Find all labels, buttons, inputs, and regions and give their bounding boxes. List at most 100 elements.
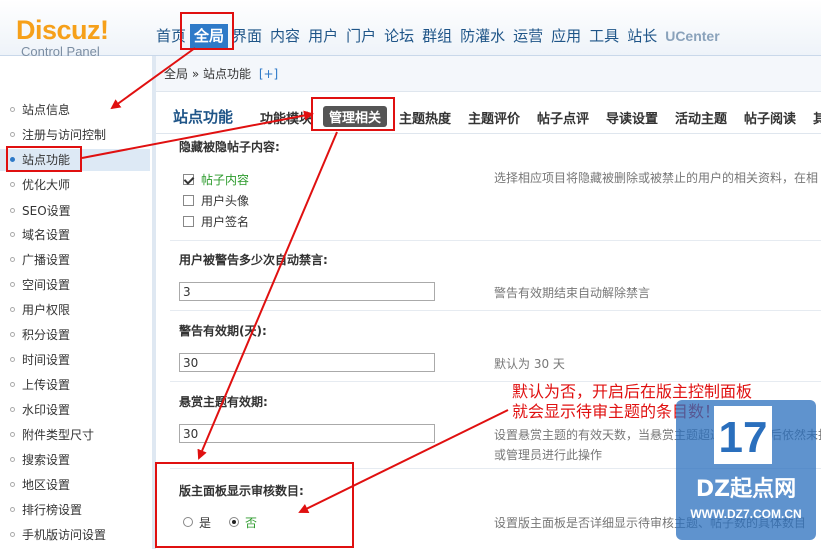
sidebar-item-label: 域名设置 — [22, 228, 71, 242]
checkbox[interactable] — [183, 215, 194, 227]
logo-subtitle: Control Panel — [21, 44, 100, 59]
row-divider — [170, 240, 821, 241]
bullet-icon — [10, 257, 15, 262]
nav-antispam[interactable]: 防灌水 — [456, 24, 509, 48]
breadcrumb: 全局 » 站点功能 [+] — [156, 56, 821, 92]
sidebar-item-watermark[interactable]: 水印设置 — [0, 399, 150, 421]
bullet-icon — [10, 407, 15, 412]
checkbox-label: 用户签名 — [201, 214, 250, 229]
nav-ucenter[interactable]: UCenter — [661, 24, 723, 48]
bullet-icon — [10, 307, 15, 312]
row-divider — [170, 310, 821, 311]
bullet-icon — [10, 208, 15, 213]
highlight-box-site-features — [6, 146, 82, 172]
sidebar-item-attachments[interactable]: 附件类型尺寸 — [0, 424, 150, 446]
annotation-line-1: 默认为否，开启后在版主控制面板 — [512, 382, 753, 401]
tab-guide-settings[interactable]: 导读设置 — [606, 108, 658, 127]
checkbox-row-post-content[interactable]: 帖子内容 — [183, 169, 249, 189]
checkbox-label: 用户头像 — [201, 193, 250, 208]
reward-expire-hint-2: 或管理员进行此操作 — [494, 448, 603, 462]
sidebar-item-region[interactable]: 地区设置 — [0, 474, 150, 496]
warn-count-input[interactable] — [179, 282, 435, 301]
highlight-box-global — [180, 12, 234, 50]
sidebar-item-label: 注册与访问控制 — [22, 128, 107, 142]
tab-post-comments[interactable]: 帖子点评 — [537, 108, 589, 127]
tab-thread-heat[interactable]: 主题热度 — [399, 108, 451, 127]
bullet-icon — [10, 357, 15, 362]
hide-posts-label: 隐藏被隐帖子内容: — [179, 140, 280, 154]
nav-tools[interactable]: 工具 — [585, 24, 623, 48]
bullet-icon — [10, 232, 15, 237]
nav-operations[interactable]: 运营 — [509, 24, 547, 48]
sidebar-item-domain[interactable]: 域名设置 — [0, 224, 150, 246]
sidebar-item-optimizer[interactable]: 优化大师 — [0, 174, 150, 196]
checkbox-row-avatar[interactable]: 用户头像 — [183, 190, 249, 210]
breadcrumb-path: 全局 » 站点功能 — [164, 67, 251, 81]
section-title: 站点功能 — [173, 108, 234, 126]
warn-expire-input[interactable] — [179, 353, 435, 372]
sidebar-item-search[interactable]: 搜索设置 — [0, 449, 150, 471]
bullet-icon — [10, 507, 15, 512]
tab-activity-threads[interactable]: 活动主题 — [675, 108, 727, 127]
header: Discuz! Control Panel 首页 全局 界面 内容 用户 门户 … — [0, 0, 821, 59]
sidebar-item-site-info[interactable]: 站点信息 — [0, 99, 150, 121]
bullet-icon — [10, 457, 15, 462]
tab-post-reading[interactable]: 帖子阅读 — [744, 108, 796, 127]
bullet-icon — [10, 432, 15, 437]
tab-thread-rating[interactable]: 主题评价 — [468, 108, 520, 127]
reward-expire-input[interactable] — [179, 424, 435, 443]
warn-count-hint: 警告有效期结束自动解除禁言 — [494, 286, 651, 300]
checkbox[interactable] — [183, 173, 194, 185]
sidebar-item-space[interactable]: 空间设置 — [0, 274, 150, 296]
sidebar-item-credits[interactable]: 积分设置 — [0, 324, 150, 346]
reward-expire-label: 悬赏主题有效期: — [179, 395, 268, 409]
sidebar-item-broadcast[interactable]: 广播设置 — [0, 249, 150, 271]
bullet-icon — [10, 132, 15, 137]
sidebar-item-register-access[interactable]: 注册与访问控制 — [0, 124, 150, 146]
tab-more[interactable]: 其 — [813, 108, 821, 127]
bullet-icon — [10, 382, 15, 387]
sidebar-item-label: 广播设置 — [22, 253, 71, 267]
bullet-icon — [10, 182, 15, 187]
breadcrumb-add-link[interactable]: [+] — [259, 67, 278, 81]
warn-expire-hint: 默认为 30 天 — [494, 357, 565, 371]
bullet-icon — [10, 332, 15, 337]
sidebar-item-label: 附件类型尺寸 — [22, 428, 95, 442]
sidebar-item-time[interactable]: 时间设置 — [0, 349, 150, 371]
sidebar-item-label: 站点信息 — [22, 103, 71, 117]
sidebar-item-label: 地区设置 — [22, 478, 71, 492]
sidebar-item-upload[interactable]: 上传设置 — [0, 374, 150, 396]
nav-portal[interactable]: 门户 — [342, 24, 380, 48]
watermark-brand: DZ起点网 — [696, 476, 796, 502]
warn-count-label: 用户被警告多少次自动禁言: — [179, 253, 328, 267]
sidebar-item-mobile[interactable]: 手机版访问设置 — [0, 524, 150, 546]
nav-admin[interactable]: 站长 — [623, 24, 661, 48]
nav-apps[interactable]: 应用 — [547, 24, 585, 48]
top-nav: 首页 全局 界面 内容 用户 门户 论坛 群组 防灌水 运营 应用 工具 站长 … — [152, 24, 724, 50]
bullet-icon — [10, 107, 15, 112]
sidebar-item-seo[interactable]: SEO设置 — [0, 200, 150, 222]
sidebar-item-label: 排行榜设置 — [22, 503, 83, 517]
logo-text: Discuz! — [16, 15, 109, 45]
sidebar-item-permissions[interactable]: 用户权限 — [0, 299, 150, 321]
sidebar-item-label: 积分设置 — [22, 328, 71, 342]
sidebar-item-label: SEO设置 — [22, 204, 71, 218]
subtabs-bar: 站点功能 功能模块 管理相关 主题热度 主题评价 帖子点评 导读设置 活动主题 … — [156, 98, 821, 134]
nav-content[interactable]: 内容 — [266, 24, 304, 48]
sidebar-item-ranking[interactable]: 排行榜设置 — [0, 499, 150, 521]
highlight-box-management — [311, 97, 395, 131]
sidebar-item-label: 搜索设置 — [22, 453, 71, 467]
sidebar-item-label: 用户权限 — [22, 303, 71, 317]
nav-forum[interactable]: 论坛 — [380, 24, 418, 48]
checkbox[interactable] — [183, 194, 194, 206]
sidebar-item-label: 空间设置 — [22, 278, 71, 292]
tab-function-modules[interactable]: 功能模块 — [260, 108, 312, 127]
nav-groups[interactable]: 群组 — [418, 24, 456, 48]
checkbox-row-signature[interactable]: 用户签名 — [183, 211, 249, 231]
discuz-logo[interactable]: Discuz! Control Panel — [16, 16, 136, 68]
bullet-icon — [10, 532, 15, 537]
watermark-badge-text: 17 — [719, 413, 768, 462]
sidebar-item-label: 优化大师 — [22, 178, 71, 192]
warn-expire-label: 警告有效期(天): — [179, 324, 267, 338]
nav-users[interactable]: 用户 — [304, 24, 342, 48]
